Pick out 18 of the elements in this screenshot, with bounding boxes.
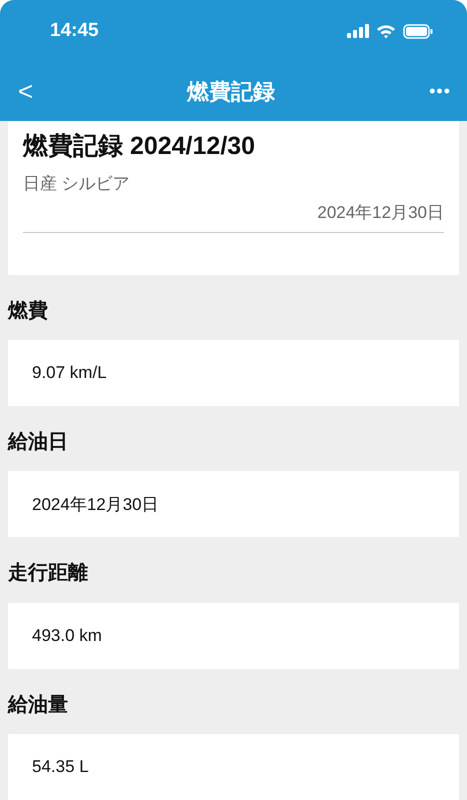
page-title: 燃費記録 bbox=[187, 78, 276, 106]
battery-icon bbox=[403, 24, 433, 38]
back-button[interactable]: < bbox=[18, 76, 34, 107]
field-label: 給油日 bbox=[8, 430, 69, 456]
wifi-icon bbox=[376, 24, 396, 38]
status-time: 14:45 bbox=[50, 20, 99, 42]
more-button[interactable]: ••• bbox=[429, 81, 451, 102]
signal-icon bbox=[347, 24, 369, 38]
field-value: 9.07 km/L bbox=[32, 363, 107, 384]
field-label: 給油量 bbox=[8, 692, 69, 718]
record-date: 2024年12月30日 bbox=[317, 202, 444, 224]
car-name: 日産 シルビア bbox=[23, 173, 130, 195]
record-title: 燃費記録 2024/12/30 bbox=[23, 131, 256, 162]
field-value: 2024年12月30日 bbox=[32, 494, 159, 516]
field-value: 493.0 km bbox=[32, 626, 102, 646]
field-value: 54.35 L bbox=[32, 757, 89, 778]
field-label: 走行距離 bbox=[8, 561, 89, 586]
field-label: 燃費 bbox=[8, 298, 49, 324]
